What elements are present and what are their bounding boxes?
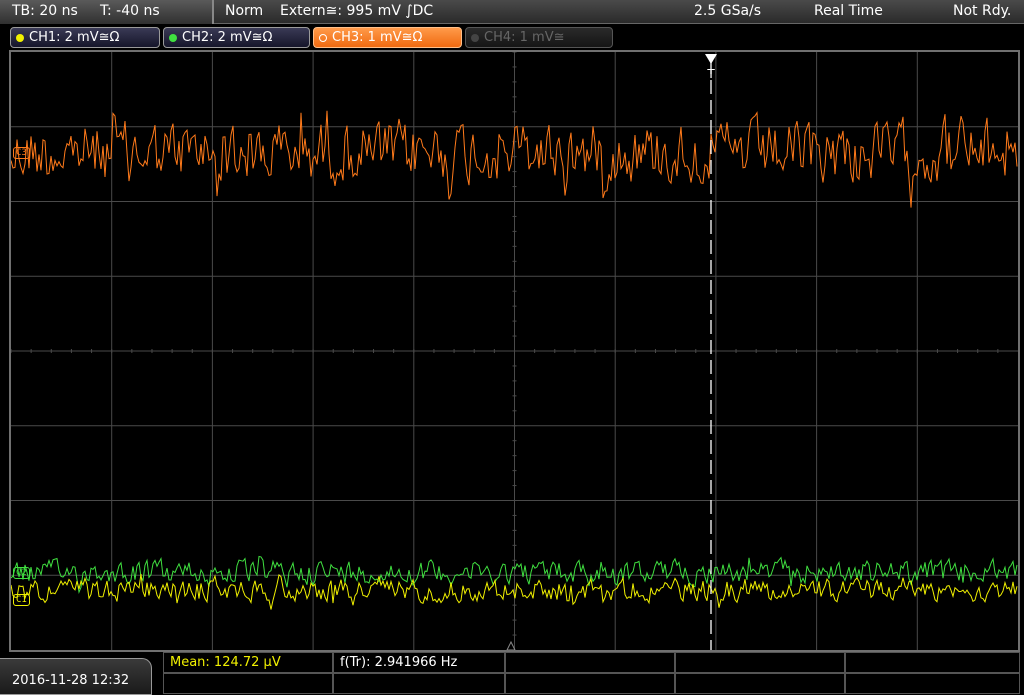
ch2-label: CH2: 2 mV≅Ω xyxy=(182,30,273,45)
frequency-measurement[interactable]: f(Tr): 2.941966 Hz xyxy=(333,652,505,673)
mean-measurement[interactable]: Mean: 124.72 µV xyxy=(163,652,333,673)
tab-ch2[interactable]: CH2: 2 mV≅Ω xyxy=(163,27,310,48)
status-bar: TB: 20 ns T: -40 ns Norm Extern≅: 995 mV… xyxy=(0,0,1024,24)
measurement-slot-9[interactable] xyxy=(675,673,845,694)
measurement-slot-8[interactable] xyxy=(505,673,675,694)
timebase-box[interactable]: TB: 20 ns T: -40 ns xyxy=(0,0,214,24)
acquisition-mode[interactable]: Real Time xyxy=(814,3,883,19)
acquisition-status: Not Rdy. xyxy=(953,3,1012,19)
date-time: 2016-11-28 12:32 xyxy=(0,658,152,695)
time-reference-icon xyxy=(506,640,516,650)
bottom-bar: 2016-11-28 12:32 Mean: 124.72 µV f(Tr): … xyxy=(0,652,1024,695)
measurement-slot-10[interactable] xyxy=(845,673,1020,694)
measurement-slot-7[interactable] xyxy=(333,673,505,694)
waveform-display[interactable]: T C3 C2 C1 xyxy=(9,50,1020,652)
ch1-offset-marker[interactable]: C1 xyxy=(13,594,30,606)
measurement-slot-4[interactable] xyxy=(675,652,845,673)
measurement-slot-6[interactable] xyxy=(163,673,333,694)
measurement-slot-3[interactable] xyxy=(505,652,675,673)
trigger-mode[interactable]: Norm xyxy=(225,3,263,19)
tab-ch3[interactable]: CH3: 1 mV≅Ω xyxy=(313,27,462,48)
measurement-slot-5[interactable] xyxy=(845,652,1020,673)
channel-bar: CH1: 2 mV≅Ω CH2: 2 mV≅Ω CH3: 1 mV≅Ω CH4:… xyxy=(0,25,1024,50)
waveform-canvas[interactable]: T xyxy=(11,52,1018,650)
ch1-label: CH1: 2 mV≅Ω xyxy=(29,30,120,45)
tab-ch1[interactable]: CH1: 2 mV≅Ω xyxy=(10,27,160,48)
tab-ch4[interactable]: CH4: 1 mV≅ xyxy=(465,27,613,48)
ch4-label: CH4: 1 mV≅ xyxy=(484,30,565,45)
ch3-indicator-icon xyxy=(319,33,327,42)
ch4-indicator-icon xyxy=(471,33,479,42)
trigger-marker-icon[interactable] xyxy=(705,54,717,64)
timebase-value[interactable]: TB: 20 ns xyxy=(12,3,78,19)
sample-rate[interactable]: 2.5 GSa/s xyxy=(694,3,761,19)
ch2-indicator-icon xyxy=(169,33,177,42)
ch2-offset-marker[interactable]: C2 xyxy=(13,567,30,579)
trigger-label: T xyxy=(706,67,715,81)
ch3-label: CH3: 1 mV≅Ω xyxy=(332,30,423,45)
trigger-source[interactable]: Extern≅: 995 mV ∫DC xyxy=(280,3,433,19)
trigger-time-value[interactable]: T: -40 ns xyxy=(100,3,160,19)
ch3-offset-marker[interactable]: C3 xyxy=(13,147,30,159)
ch1-indicator-icon xyxy=(16,33,24,42)
measurement-panel[interactable]: Mean: 124.72 µV f(Tr): 2.941966 Hz xyxy=(163,652,1024,695)
